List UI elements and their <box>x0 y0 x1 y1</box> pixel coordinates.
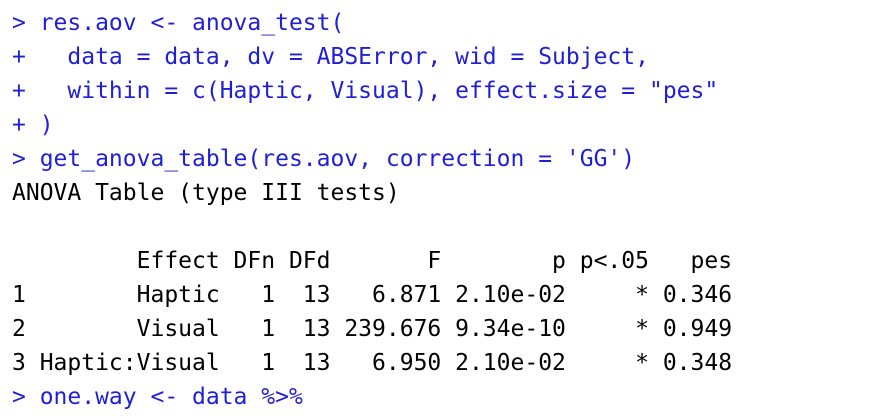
r-console[interactable]: > res.aov <- anova_test( + data = data, … <box>0 0 872 416</box>
console-input-line: > one.way <- data %>% <box>12 384 303 410</box>
console-input-line: + within = c(Haptic, Visual), effect.siz… <box>12 78 719 104</box>
console-input-line: > get_anova_table(res.aov, correction = … <box>12 146 636 172</box>
anova-table-row: 3 Haptic:Visual 1 13 6.950 2.10e-02 * 0.… <box>12 350 733 376</box>
anova-table-row: 2 Visual 1 13 239.676 9.34e-10 * 0.949 <box>12 316 733 342</box>
output-title-line: ANOVA Table (type III tests) <box>12 180 400 206</box>
output-blank-line <box>12 210 872 244</box>
anova-table-row: 1 Haptic 1 13 6.871 2.10e-02 * 0.346 <box>12 282 733 308</box>
console-input-line: + ) <box>12 112 54 138</box>
anova-table-header: Effect DFn DFd F p p<.05 pes <box>12 248 733 274</box>
console-input-line: + data = data, dv = ABSError, wid = Subj… <box>12 44 649 70</box>
console-input-line: > res.aov <- anova_test( <box>12 10 345 36</box>
